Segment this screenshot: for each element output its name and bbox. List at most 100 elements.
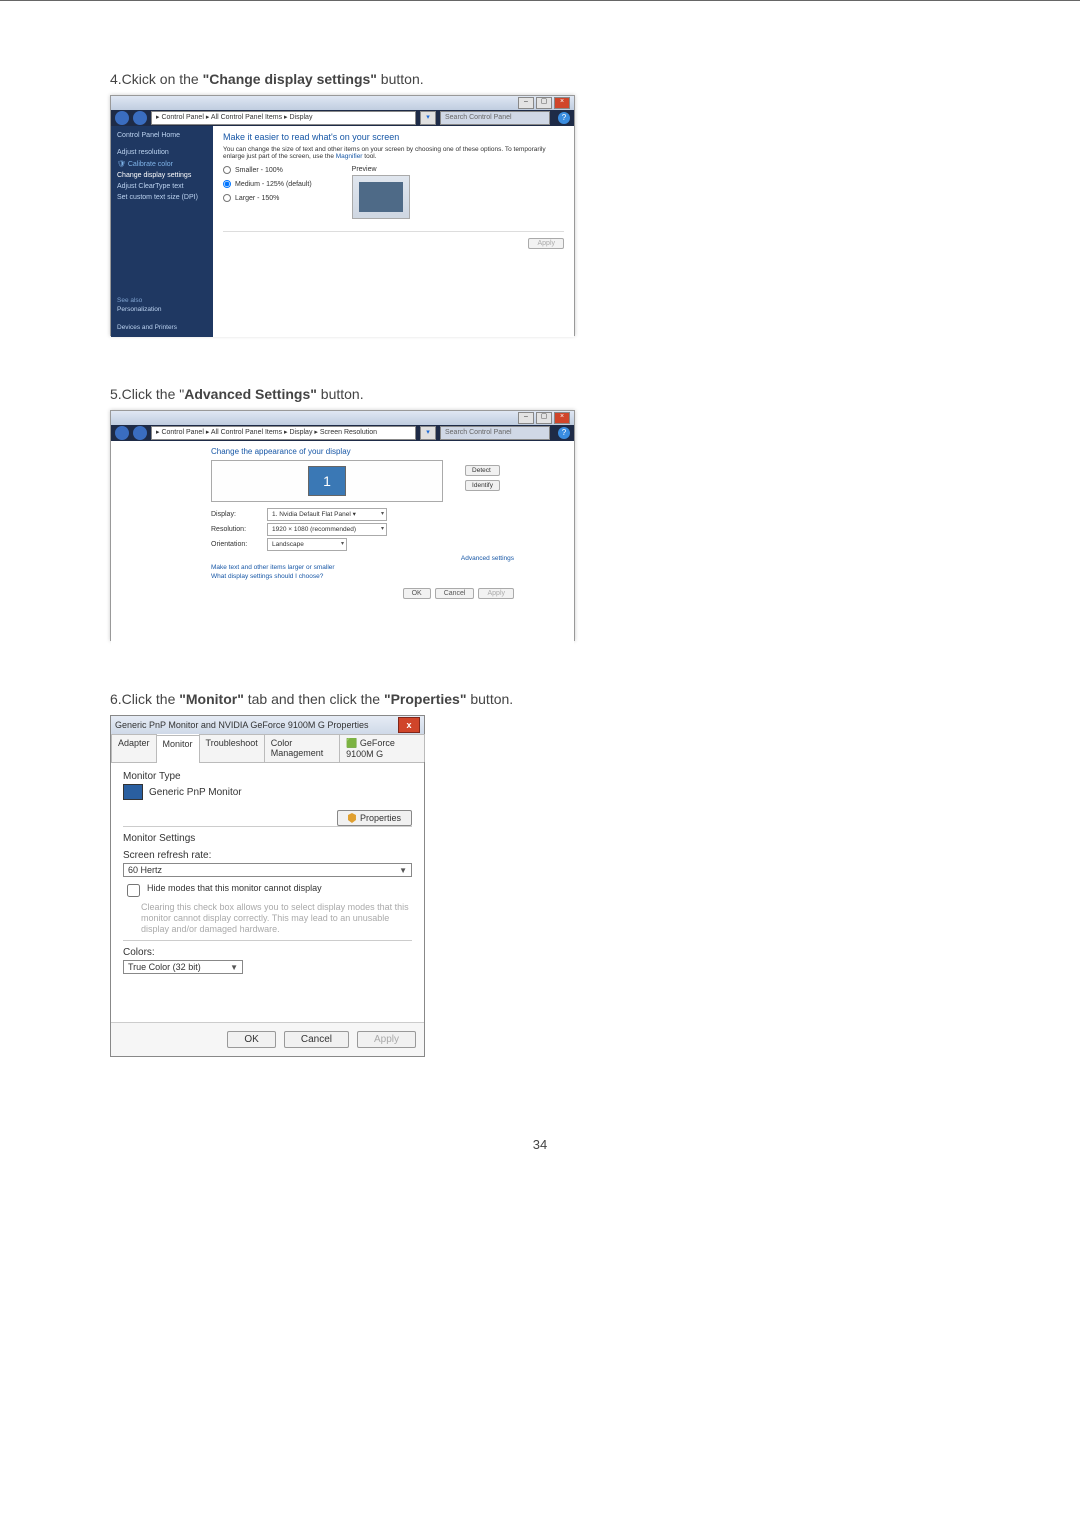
step6-caption: 6.Click the "Monitor" tab and then click… — [110, 691, 970, 707]
which-settings-link[interactable]: What display settings should I choose? — [211, 573, 544, 580]
resolution-select[interactable]: 1920 × 1080 (recommended) — [267, 523, 387, 536]
address-bar: ▸ Control Panel ▸ All Control Panel Item… — [111, 110, 574, 126]
page-number: 34 — [110, 1137, 970, 1152]
colors-group: Colors: True Color (32 bit)▼ — [123, 940, 412, 1014]
scale-options: Smaller - 100% Medium - 125% (default) L… — [223, 166, 564, 219]
refresh-rate-label: Screen refresh rate: — [123, 850, 412, 861]
display-select[interactable]: 1. Nvidia Default Flat Panel ▾ — [267, 508, 387, 521]
resolution-label: Resolution: — [211, 526, 259, 533]
radio-larger[interactable]: Larger - 150% — [223, 194, 312, 202]
advanced-settings-link[interactable]: Advanced settings — [141, 555, 514, 562]
help-icon[interactable]: ? — [558, 112, 570, 124]
main-heading: Make it easier to read what's on your sc… — [223, 132, 564, 142]
minimize-button[interactable]: – — [518, 412, 534, 424]
window-titlebar: – ▢ × — [111, 96, 574, 110]
preview-thumbnail — [352, 175, 410, 219]
main-description: You can change the size of text and othe… — [223, 146, 564, 160]
maximize-button[interactable]: ▢ — [536, 97, 552, 109]
colors-select[interactable]: True Color (32 bit)▼ — [123, 960, 243, 974]
refresh-rate-select[interactable]: 60 Hertz▼ — [123, 863, 412, 877]
monitor-icon — [123, 784, 143, 800]
ok-button[interactable]: OK — [227, 1031, 275, 1048]
sidebar-calibrate-color[interactable]: 🛡 Calibrate color — [117, 160, 207, 168]
search-prefix[interactable]: ▾ — [420, 111, 436, 125]
step4-caption: 4.Ckick on the "Change display settings"… — [110, 71, 970, 87]
sidebar-devices[interactable]: Devices and Printers — [117, 324, 207, 331]
display-window: – ▢ × ▸ Control Panel ▸ All Control Pane… — [110, 95, 575, 336]
document-page: 4.Ckick on the "Change display settings"… — [0, 0, 1080, 1192]
window-body: Control Panel Home Adjust resolution 🛡 C… — [111, 126, 574, 337]
step4-suffix: button. — [377, 71, 424, 87]
colors-label: Colors: — [123, 947, 412, 958]
sidebar: Control Panel Home Adjust resolution 🛡 C… — [111, 126, 213, 337]
apply-button[interactable]: Apply — [528, 238, 564, 249]
breadcrumb[interactable]: ▸ Control Panel ▸ All Control Panel Item… — [151, 111, 416, 125]
tab-color-management[interactable]: Color Management — [264, 734, 340, 762]
sidebar-footer: See also Personalization Devices and Pri… — [117, 297, 207, 333]
chevron-down-icon: ▼ — [399, 866, 407, 875]
shield-icon — [348, 813, 356, 823]
monitor-name: Generic PnP Monitor — [149, 787, 242, 798]
address-bar: ▸ Control Panel ▸ All Control Panel Item… — [111, 425, 574, 441]
apply-button[interactable]: Apply — [357, 1031, 416, 1048]
text-size-link[interactable]: Make text and other items larger or smal… — [211, 564, 544, 571]
forward-button[interactable] — [133, 426, 147, 440]
magnifier-link[interactable]: Magnifier — [336, 153, 363, 160]
tab-monitor[interactable]: Monitor — [156, 735, 200, 763]
monitor-settings-group: Monitor Settings Screen refresh rate: 60… — [123, 826, 412, 934]
dialog-title: Generic PnP Monitor and NVIDIA GeForce 9… — [115, 720, 368, 730]
orientation-label: Orientation: — [211, 541, 259, 548]
apply-button[interactable]: Apply — [478, 588, 514, 599]
step5-bold: Advanced Settings" — [184, 386, 317, 402]
breadcrumb[interactable]: ▸ Control Panel ▸ All Control Panel Item… — [151, 426, 416, 440]
cancel-button[interactable]: Cancel — [435, 588, 475, 599]
detect-button[interactable]: Detect — [465, 465, 500, 476]
preview-label: Preview — [352, 166, 377, 173]
search-input[interactable]: Search Control Panel — [440, 426, 550, 440]
help-icon[interactable]: ? — [558, 427, 570, 439]
main-pane: Make it easier to read what's on your sc… — [213, 126, 574, 337]
tab-geforce[interactable]: 🟩 GeForce 9100M G — [339, 734, 425, 762]
forward-button[interactable] — [133, 111, 147, 125]
cancel-button[interactable]: Cancel — [284, 1031, 349, 1048]
close-button[interactable]: × — [554, 412, 570, 424]
close-button[interactable]: × — [554, 97, 570, 109]
hide-modes-label: Hide modes that this monitor cannot disp… — [147, 883, 322, 893]
monitor-thumbnail[interactable]: 1 — [308, 466, 346, 496]
sidebar-cleartype[interactable]: Adjust ClearType text — [117, 183, 207, 190]
back-button[interactable] — [115, 111, 129, 125]
sidebar-adjust-resolution[interactable]: Adjust resolution — [117, 149, 207, 156]
hide-modes-note: Clearing this check box allows you to se… — [141, 902, 412, 934]
hide-modes-checkbox[interactable] — [127, 884, 140, 897]
sidebar-personalization[interactable]: Personalization — [117, 306, 207, 313]
orientation-select[interactable]: Landscape — [267, 538, 347, 551]
close-button[interactable]: x — [398, 717, 420, 733]
see-also: See also — [117, 297, 142, 304]
properties-button[interactable]: Properties — [337, 810, 412, 826]
tab-adapter[interactable]: Adapter — [111, 734, 157, 762]
chevron-down-icon: ▼ — [230, 963, 238, 972]
radio-medium[interactable]: Medium - 125% (default) — [223, 180, 312, 188]
tab-strip: Adapter Monitor Troubleshoot Color Manag… — [111, 734, 424, 763]
window-titlebar: – ▢ × — [111, 411, 574, 425]
dialog-footer: OK Cancel Apply — [111, 1022, 424, 1056]
tab-troubleshoot[interactable]: Troubleshoot — [199, 734, 265, 762]
back-button[interactable] — [115, 426, 129, 440]
monitor-type-label: Monitor Type — [123, 771, 412, 782]
maximize-button[interactable]: ▢ — [536, 412, 552, 424]
minimize-button[interactable]: – — [518, 97, 534, 109]
sidebar-home[interactable]: Control Panel Home — [117, 132, 207, 139]
sidebar-change-display[interactable]: Change display settings — [117, 172, 207, 179]
monitor-type-group: Monitor Type Generic PnP Monitor Propert… — [123, 771, 412, 800]
search-prefix[interactable]: ▾ — [420, 426, 436, 440]
identify-button[interactable]: Identify — [465, 480, 500, 491]
sidebar-dpi[interactable]: Set custom text size (DPI) — [117, 194, 207, 201]
step5-prefix: 5.Click the " — [110, 386, 184, 402]
radio-smaller[interactable]: Smaller - 100% — [223, 166, 312, 174]
ok-button[interactable]: OK — [403, 588, 431, 599]
preview-area: Preview — [352, 166, 410, 219]
search-input[interactable]: Search Control Panel — [440, 111, 550, 125]
heading: Change the appearance of your display — [211, 447, 544, 456]
main-pane: Change the appearance of your display 1 … — [111, 441, 574, 654]
display-arrangement[interactable]: 1 Detect Identify — [211, 460, 443, 502]
